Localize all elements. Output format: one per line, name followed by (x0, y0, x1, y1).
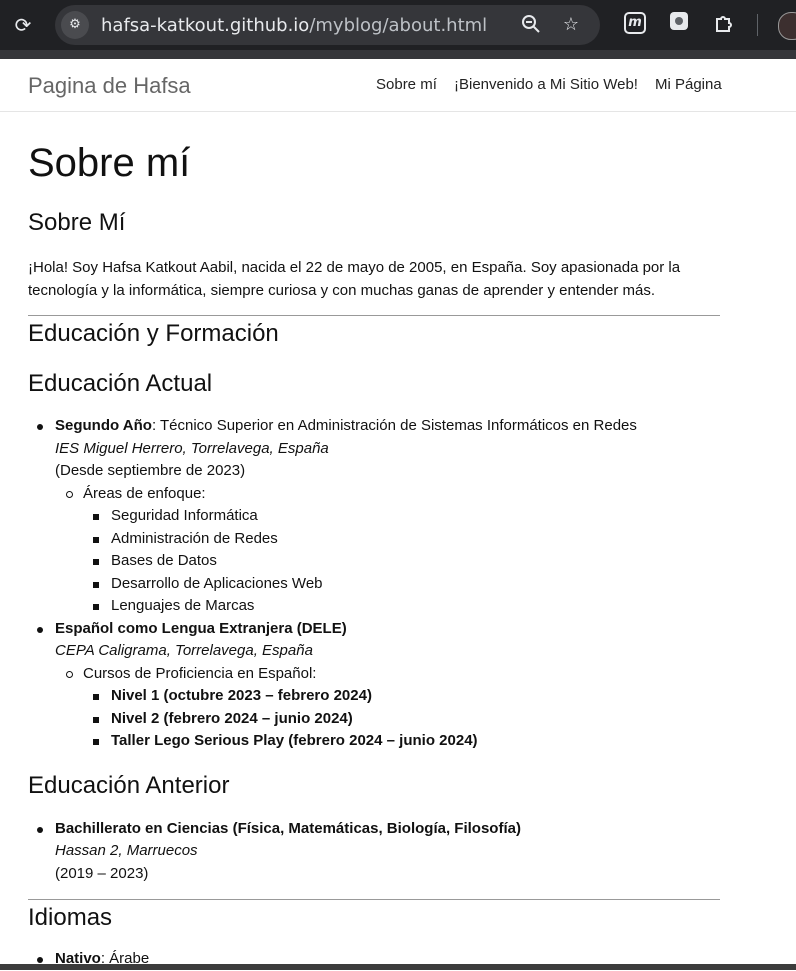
url-text[interactable]: hafsa-katkout.github.io/myblog/about.htm… (101, 15, 487, 36)
list-item-focus: Desarrollo de Aplicaciones Web (93, 573, 323, 596)
item-date: (2019 – 2023) (55, 865, 149, 882)
list-item-bachillerato: Bachillerato en Ciencias (Física, Matemá… (37, 818, 521, 841)
extension-camera-icon[interactable] (670, 12, 688, 30)
list-item-focus: Bases de Datos (93, 550, 217, 573)
current-education-heading: Educación Actual (28, 370, 213, 397)
list-item-dele: Español como Lengua Extranjera (DELE) (37, 618, 347, 641)
profile-avatar[interactable] (778, 12, 796, 40)
education-heading: Educación y Formación (28, 320, 279, 347)
list-item-course: Nivel 2 (febrero 2024 – junio 2024) (93, 708, 353, 731)
item-place: CEPA Caligrama, Torrelavega, España (55, 642, 313, 659)
toolbar-bottom-strip (0, 50, 796, 59)
item-place: IES Miguel Herrero, Torrelavega, España (55, 440, 329, 457)
nav-link-mi-pagina[interactable]: Mi Página (655, 76, 722, 93)
url-path: /myblog/about.html (309, 15, 488, 36)
nav-link-bienvenido[interactable]: ¡Bienvenido a Mi Sitio Web! (454, 76, 638, 93)
site-brand[interactable]: Pagina de Hafsa (28, 73, 191, 99)
extension-m-icon[interactable]: m (624, 12, 646, 34)
toolbar-separator (757, 14, 758, 36)
list-item-course: Taller Lego Serious Play (febrero 2024 –… (93, 730, 478, 753)
item-strong: Segundo Año (55, 417, 152, 434)
list-item-course: Nivel 1 (octubre 2023 – febrero 2024) (93, 685, 372, 708)
list-item-focus: Lenguajes de Marcas (92, 595, 254, 618)
site-info-icon[interactable]: ⚙ (61, 11, 89, 39)
list-item-segundo-ano: Segundo Año: Técnico Superior en Adminis… (37, 415, 637, 438)
browser-toolbar: ⟳ ⚙ hafsa-katkout.github.io/myblog/about… (0, 0, 796, 59)
zoom-icon[interactable] (520, 14, 542, 36)
divider (28, 315, 720, 316)
bookmark-star-icon[interactable]: ☆ (560, 14, 582, 36)
languages-heading: Idiomas (28, 904, 113, 931)
intro-paragraph: ¡Hola! Soy Hafsa Katkout Aabil, nacida e… (28, 259, 681, 299)
item-date: (Desde septiembre de 2023) (55, 462, 246, 479)
page-title: Sobre mí (28, 141, 191, 185)
address-bar[interactable]: ⚙ hafsa-katkout.github.io/myblog/about.h… (55, 5, 600, 45)
list-item-focus-areas: Áreas de enfoque: (66, 483, 206, 506)
previous-education-heading: Educación Anterior (28, 772, 230, 799)
nav-link-sobre-mi[interactable]: Sobre mí (376, 76, 437, 93)
site-header: Pagina de Hafsa Sobre mí ¡Bienvenido a M… (0, 59, 796, 112)
divider (28, 899, 720, 900)
bottom-scroll-edge (0, 964, 796, 970)
list-item-courses: Cursos de Proficiencia en Español: (65, 663, 316, 686)
item-text: : Técnico Superior en Administración de … (151, 417, 637, 434)
list-item-focus: Seguridad Informática (93, 505, 258, 528)
reload-icon[interactable]: ⟳ (10, 12, 36, 38)
list-item-focus: Administración de Redes (93, 528, 278, 551)
extensions-puzzle-icon[interactable] (712, 12, 736, 36)
item-place: Hassan 2, Marruecos (55, 842, 198, 859)
about-heading: Sobre Mí (28, 209, 126, 236)
url-host: hafsa-katkout.github.io (101, 15, 310, 36)
